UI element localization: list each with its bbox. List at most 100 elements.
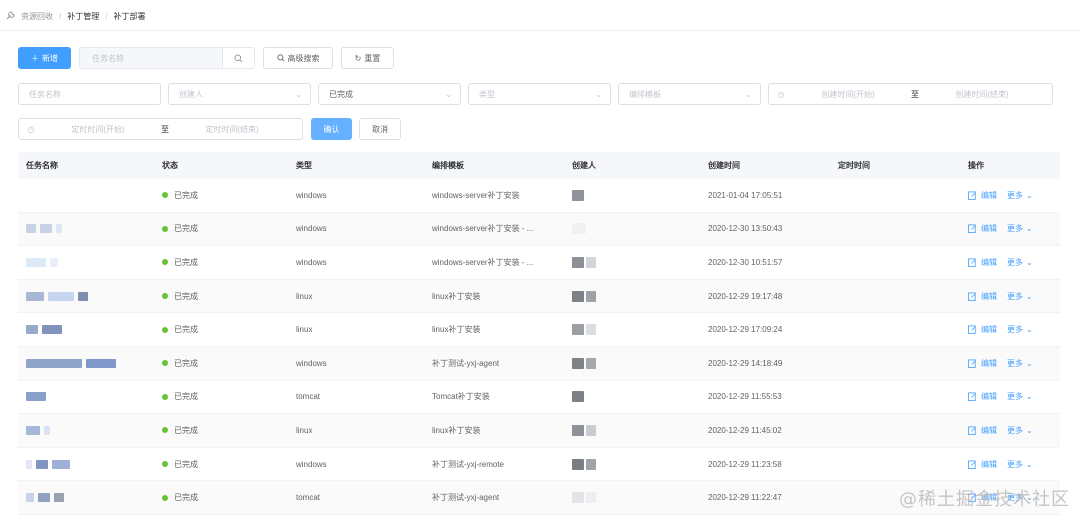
table-row[interactable]: 已完成 windows windows-server补丁安装 - ... 202… — [18, 246, 1060, 280]
task-name-filter[interactable]: 任务名称 — [18, 83, 161, 105]
table-row[interactable]: 已完成 windows 补丁测试-yxj-agent 2020-12-29 14… — [18, 346, 1060, 381]
more-dropdown[interactable]: 更多 ⌄ — [1007, 291, 1033, 302]
wrench-icon — [6, 10, 15, 22]
task-name-cell[interactable] — [18, 459, 154, 469]
breadcrumb-item-patch-manage[interactable]: 补丁管理 — [67, 11, 99, 22]
task-name-cell[interactable] — [18, 493, 154, 503]
more-dropdown[interactable]: 更多 ⌄ — [1007, 358, 1033, 369]
more-dropdown[interactable]: 更多 ⌄ — [1007, 425, 1033, 436]
edit-button[interactable]: 编辑 — [968, 459, 997, 470]
column-header-status: 状态 — [162, 161, 178, 170]
task-name-cell[interactable] — [18, 257, 154, 267]
edit-button[interactable]: 编辑 — [968, 257, 997, 268]
type-select[interactable]: 类型 ⌄ — [468, 83, 611, 105]
more-label: 更多 — [1007, 358, 1023, 368]
status-value: 已完成 — [329, 89, 353, 99]
more-dropdown[interactable]: 更多 ⌄ — [1007, 324, 1033, 335]
advanced-search-button[interactable]: 高级搜索 — [263, 47, 333, 69]
status-cell: 已完成 — [154, 459, 288, 470]
confirm-button[interactable]: 确认 — [311, 118, 352, 140]
more-dropdown[interactable]: 更多 ⌄ — [1007, 257, 1033, 268]
task-name-cell[interactable] — [18, 291, 154, 301]
search-button[interactable] — [222, 48, 254, 68]
cancel-button[interactable]: 取消 — [359, 118, 401, 140]
created-time-cell: 2020-12-29 17:09:24 — [708, 325, 783, 335]
table-row[interactable]: 已完成 tomcat Tomcat补丁安装 2020-12-29 11:55:5… — [18, 381, 1060, 415]
more-dropdown[interactable]: 更多 ⌄ — [1007, 391, 1033, 402]
redacted-text — [586, 290, 596, 302]
reset-button[interactable]: ↻ 重置 — [341, 47, 394, 69]
task-name-cell[interactable] — [18, 325, 154, 335]
template-select[interactable]: 编排模板 ⌄ — [618, 83, 761, 105]
redacted-text — [26, 224, 36, 234]
created-time-cell: 2020-12-29 11:55:53 — [708, 392, 782, 402]
type-cell: tomcat — [296, 392, 321, 402]
create-time-range[interactable]: ◷ 创建时间(开始) 至 创建时间(结束) — [768, 83, 1053, 105]
status-cell: 已完成 — [154, 190, 288, 201]
edit-button[interactable]: 编辑 — [968, 190, 997, 201]
edit-button[interactable]: 编辑 — [968, 324, 997, 335]
schedule-end-input[interactable]: 定时时间(结束) — [177, 124, 287, 135]
edit-icon — [968, 325, 976, 335]
redacted-text — [40, 224, 52, 234]
redacted-text — [26, 358, 82, 368]
more-dropdown[interactable]: 更多 ⌄ — [1007, 459, 1033, 470]
status-text: 已完成 — [174, 392, 198, 402]
clock-icon: ◷ — [27, 124, 35, 134]
creator-cell — [560, 492, 696, 504]
template-cell: windows-server补丁安装 — [432, 190, 520, 200]
status-select[interactable]: 已完成 ⌄ — [318, 83, 461, 105]
task-name-cell[interactable] — [18, 358, 154, 368]
redacted-text — [50, 257, 58, 267]
table-header: 任务名称 状态 类型 编排模板 创建人 创建时间 定时时间 操作 — [18, 152, 1060, 179]
edit-button[interactable]: 编辑 — [968, 223, 997, 234]
template-cell: linux补丁安装 — [432, 425, 481, 435]
edit-icon — [968, 292, 976, 301]
actions-cell: 编辑 更多 ⌄ — [966, 291, 1060, 302]
more-label: 更多 — [1007, 425, 1023, 435]
search-input[interactable] — [80, 48, 222, 68]
chevron-down-icon: ⌄ — [445, 90, 452, 99]
redacted-text — [78, 291, 88, 301]
status-cell: 已完成 — [154, 492, 288, 503]
table-row[interactable]: 已完成 linux linux补丁安装 2020-12-29 17:09:24 … — [18, 313, 1060, 347]
create-end-input[interactable]: 创建时间(结束) — [927, 89, 1037, 100]
edit-button[interactable]: 编辑 — [968, 291, 997, 302]
edit-icon — [968, 426, 976, 435]
schedule-start-input[interactable]: 定时时间(开始) — [43, 124, 153, 135]
redacted-text — [52, 459, 70, 469]
task-name-cell[interactable] — [18, 392, 154, 402]
creator-select[interactable]: 创建人 ⌄ — [168, 83, 311, 105]
add-button[interactable]: ＋ 新增 — [18, 47, 71, 69]
edit-button[interactable]: 编辑 — [968, 358, 997, 369]
more-label: 更多 — [1007, 459, 1023, 469]
redacted-text — [572, 424, 584, 436]
create-start-input[interactable]: 创建时间(开始) — [793, 89, 903, 100]
table-row[interactable]: 已完成 windows windows-server补丁安装 - ... 202… — [18, 212, 1060, 247]
more-dropdown[interactable]: 更多 ⌄ — [1007, 190, 1033, 201]
divider — [0, 30, 1080, 31]
search-icon — [276, 54, 284, 62]
redacted-text — [586, 357, 596, 369]
more-label: 更多 — [1007, 325, 1023, 335]
redacted-text — [26, 291, 44, 301]
edit-label: 编辑 — [981, 291, 997, 301]
created-time-cell: 2021-01-04 17:05:51 — [708, 190, 783, 200]
task-name-cell[interactable] — [18, 224, 154, 234]
table-row[interactable]: 已完成 linux linux补丁安装 2020-12-29 19:17:48 … — [18, 279, 1060, 314]
task-name-cell[interactable] — [18, 425, 154, 435]
table-row[interactable]: 已完成 linux linux补丁安装 2020-12-29 11:45:02 … — [18, 414, 1060, 448]
schedule-time-range[interactable]: ◷ 定时时间(开始) 至 定时时间(结束) — [18, 118, 303, 140]
more-dropdown[interactable]: 更多 ⌄ — [1007, 223, 1033, 234]
table-row[interactable]: 已完成 windows 补丁测试-yxj-remote 2020-12-29 1… — [18, 448, 1060, 482]
more-label: 更多 — [1007, 257, 1023, 267]
chevron-down-icon: ⌄ — [1026, 392, 1033, 402]
creator-cell — [560, 357, 696, 369]
template-cell: Tomcat补丁安装 — [432, 392, 490, 402]
redacted-text — [586, 424, 596, 436]
edit-label: 编辑 — [981, 325, 997, 335]
breadcrumb-item-recycle[interactable]: 资源回收 — [21, 11, 53, 22]
edit-button[interactable]: 编辑 — [968, 425, 997, 436]
edit-button[interactable]: 编辑 — [968, 391, 997, 402]
table-row[interactable]: 已完成 windows windows-server补丁安装 2021-01-0… — [18, 179, 1060, 213]
